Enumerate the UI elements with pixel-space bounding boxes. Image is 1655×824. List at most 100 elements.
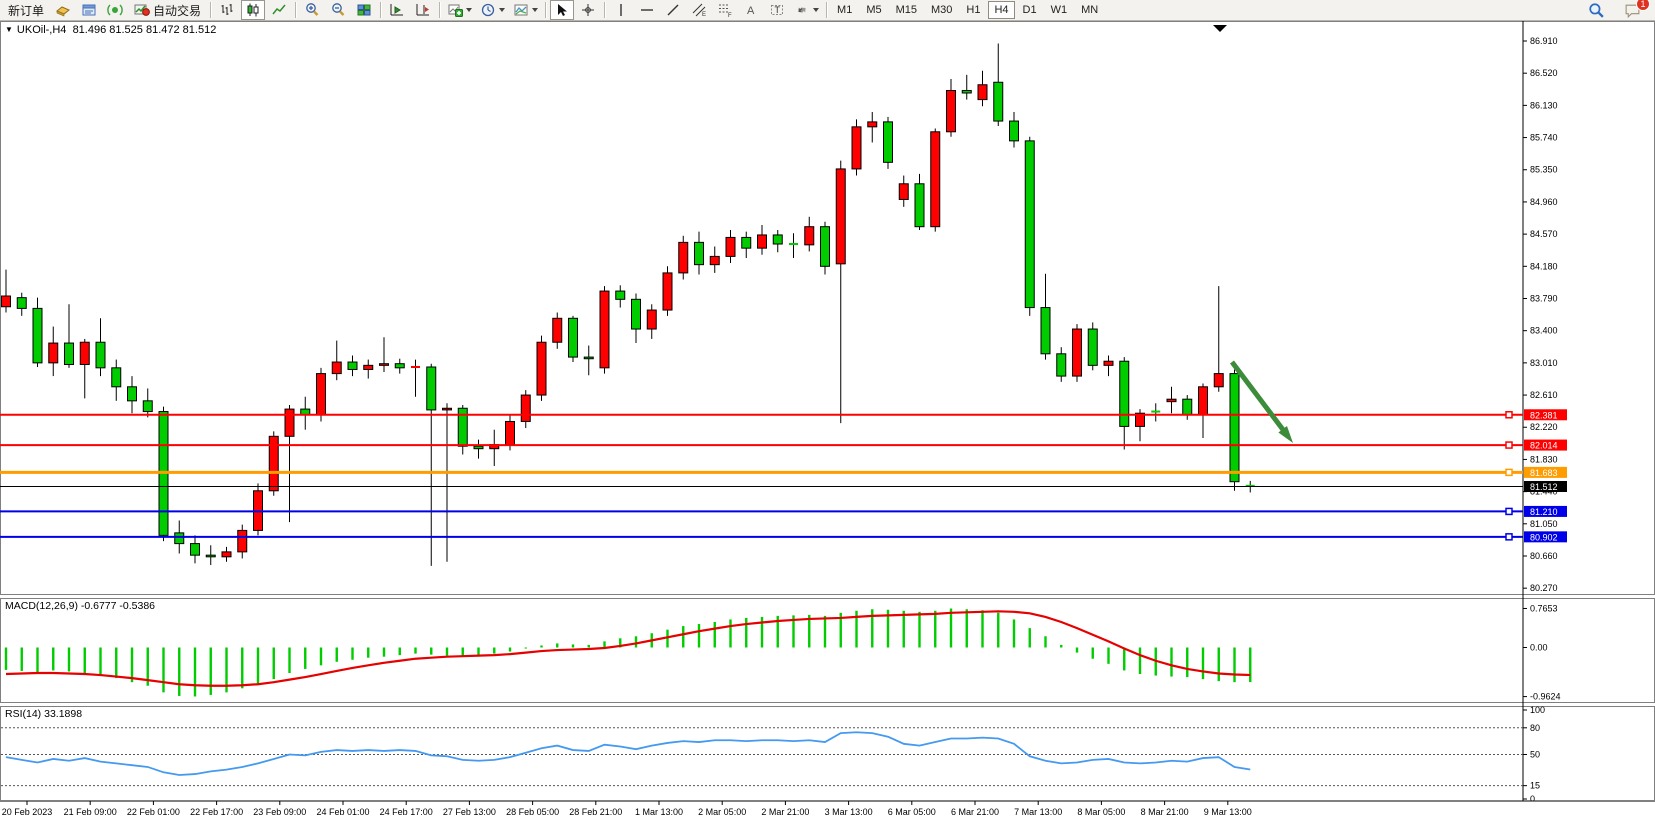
- timeframe-h1[interactable]: H1: [960, 1, 986, 19]
- zoom-out-icon[interactable]: [326, 0, 350, 20]
- toolbar-separator: [295, 2, 296, 18]
- price-tag-81.683: 81.683: [1524, 467, 1567, 478]
- toolbar-separator: [210, 2, 211, 18]
- timeframe-w1[interactable]: W1: [1045, 1, 1074, 19]
- text-tool-icon[interactable]: A: [739, 0, 763, 20]
- label-tool-icon[interactable]: T: [765, 0, 789, 20]
- chart-line-icon[interactable]: [267, 0, 291, 20]
- macd-signal-line: [6, 611, 1250, 685]
- candle-bear: [112, 368, 121, 387]
- candle-bear: [65, 343, 74, 364]
- candle-bear: [128, 387, 137, 401]
- horizontal-lines[interactable]: [0, 412, 1523, 540]
- chart-bars-icon[interactable]: [215, 0, 239, 20]
- hline-handle: [1506, 412, 1512, 418]
- new-order-button[interactable]: 新订单: [3, 0, 49, 20]
- candles-group: [2, 43, 1255, 565]
- candle-bull: [600, 291, 609, 368]
- rsi-value: 33.1898: [44, 708, 82, 720]
- dropdown-caret: [466, 8, 472, 12]
- horizontal-line-tool-icon[interactable]: [635, 0, 659, 20]
- equidistant-channel-icon[interactable]: E: [687, 0, 711, 20]
- fibonacci-tool-icon[interactable]: F: [713, 0, 737, 20]
- time-tick-label: 9 Mar 13:00: [1204, 807, 1252, 817]
- svg-text:81.683: 81.683: [1530, 468, 1558, 478]
- notifications-icon[interactable]: 1: [1620, 0, 1644, 20]
- candle-bull: [947, 91, 956, 132]
- candle-bull: [238, 530, 247, 551]
- crosshair-icon[interactable]: [576, 0, 600, 20]
- time-tick-label: 22 Feb 01:00: [127, 807, 180, 817]
- arrows-tool-icon[interactable]: [791, 0, 822, 20]
- candle-bear: [569, 318, 578, 357]
- candle-bull: [836, 169, 845, 264]
- tile-windows-icon[interactable]: [352, 0, 376, 20]
- auto-trading-button[interactable]: 自动交易: [129, 0, 206, 20]
- candle-bull: [521, 395, 530, 421]
- candle-bull: [317, 374, 326, 415]
- time-axis[interactable]: 20 Feb 202321 Feb 09:0022 Feb 01:0022 Fe…: [0, 801, 1655, 817]
- timeframe-m15[interactable]: M15: [890, 1, 923, 19]
- rsi-pane[interactable]: 1008050150: [1, 705, 1545, 804]
- candle-bear: [348, 362, 357, 369]
- candle-bear: [175, 533, 184, 544]
- market-watch-icon[interactable]: [51, 0, 75, 20]
- vertical-line-tool-icon[interactable]: [609, 0, 633, 20]
- data-window-icon[interactable]: [77, 0, 101, 20]
- candle-bull: [364, 365, 373, 369]
- candle-bull: [380, 364, 389, 366]
- collapse-triangle-icon[interactable]: ▼: [5, 25, 13, 34]
- time-tick-label: 27 Feb 13:00: [443, 807, 496, 817]
- candle-bull: [931, 132, 940, 227]
- candle-bull: [679, 242, 688, 273]
- cursor-icon[interactable]: [550, 0, 574, 20]
- trendline-tool-icon[interactable]: [661, 0, 685, 20]
- candle-bull: [805, 227, 814, 245]
- new-chart-button[interactable]: [444, 0, 475, 20]
- timeframe-m5[interactable]: M5: [860, 1, 887, 19]
- timeframe-h4[interactable]: H4: [988, 1, 1014, 19]
- time-tick-label: 1 Mar 13:00: [635, 807, 683, 817]
- candle-bear: [742, 237, 751, 248]
- candle-bull: [978, 85, 987, 100]
- timeframe-group: M1M5M15M30H1H4D1W1MN: [830, 1, 1105, 19]
- time-tick-label: 6 Mar 21:00: [951, 807, 999, 817]
- price-tick-label: 83.790: [1530, 293, 1558, 303]
- snapshot-button[interactable]: [510, 0, 541, 20]
- time-tick-label: 24 Feb 17:00: [380, 807, 433, 817]
- auto-scroll-icon[interactable]: [385, 0, 409, 20]
- dropdown-caret: [532, 8, 538, 12]
- candle-bull: [647, 310, 656, 329]
- candle-bear: [395, 364, 404, 368]
- candle-bear: [1057, 354, 1066, 376]
- candle-bull: [443, 408, 452, 410]
- strategy-signal-icon[interactable]: [103, 0, 127, 20]
- chart-shift-marker[interactable]: [1213, 25, 1227, 32]
- timeframe-m30[interactable]: M30: [925, 1, 958, 19]
- candle-bull: [2, 296, 11, 307]
- price-tick-label: 84.180: [1530, 261, 1558, 271]
- timeframe-d1[interactable]: D1: [1017, 1, 1043, 19]
- search-icon[interactable]: [1584, 0, 1608, 20]
- timeframe-mn[interactable]: MN: [1075, 1, 1104, 19]
- annotation-arrow[interactable]: [1232, 362, 1293, 443]
- price-tick-label: 80.270: [1530, 583, 1558, 593]
- time-tick-label: 7 Mar 13:00: [1014, 807, 1062, 817]
- candle-bear: [427, 367, 436, 410]
- chart-candles-icon[interactable]: [241, 0, 265, 20]
- period-clock-button[interactable]: [477, 0, 508, 20]
- auto-trading-label: 自动交易: [153, 2, 201, 19]
- price-tag-80.902: 80.902: [1524, 531, 1567, 542]
- zoom-in-icon[interactable]: [300, 0, 324, 20]
- chart-window[interactable]: 86.91086.52086.13085.74085.35084.96084.5…: [0, 21, 1655, 824]
- candle-bear: [33, 308, 42, 362]
- candle-bear: [616, 291, 625, 299]
- price-tick-label: 81.830: [1530, 454, 1558, 464]
- auto-trading-icon: [134, 1, 150, 20]
- chart-canvas[interactable]: 86.91086.52086.13085.74085.35084.96084.5…: [0, 21, 1655, 824]
- macd-pane[interactable]: 0.76530.00-0.9624: [6, 603, 1561, 701]
- timeframe-m1[interactable]: M1: [831, 1, 858, 19]
- svg-text:82.014: 82.014: [1530, 441, 1558, 451]
- chart-shift-icon[interactable]: [411, 0, 435, 20]
- rsi-axis-label: 80: [1530, 723, 1540, 733]
